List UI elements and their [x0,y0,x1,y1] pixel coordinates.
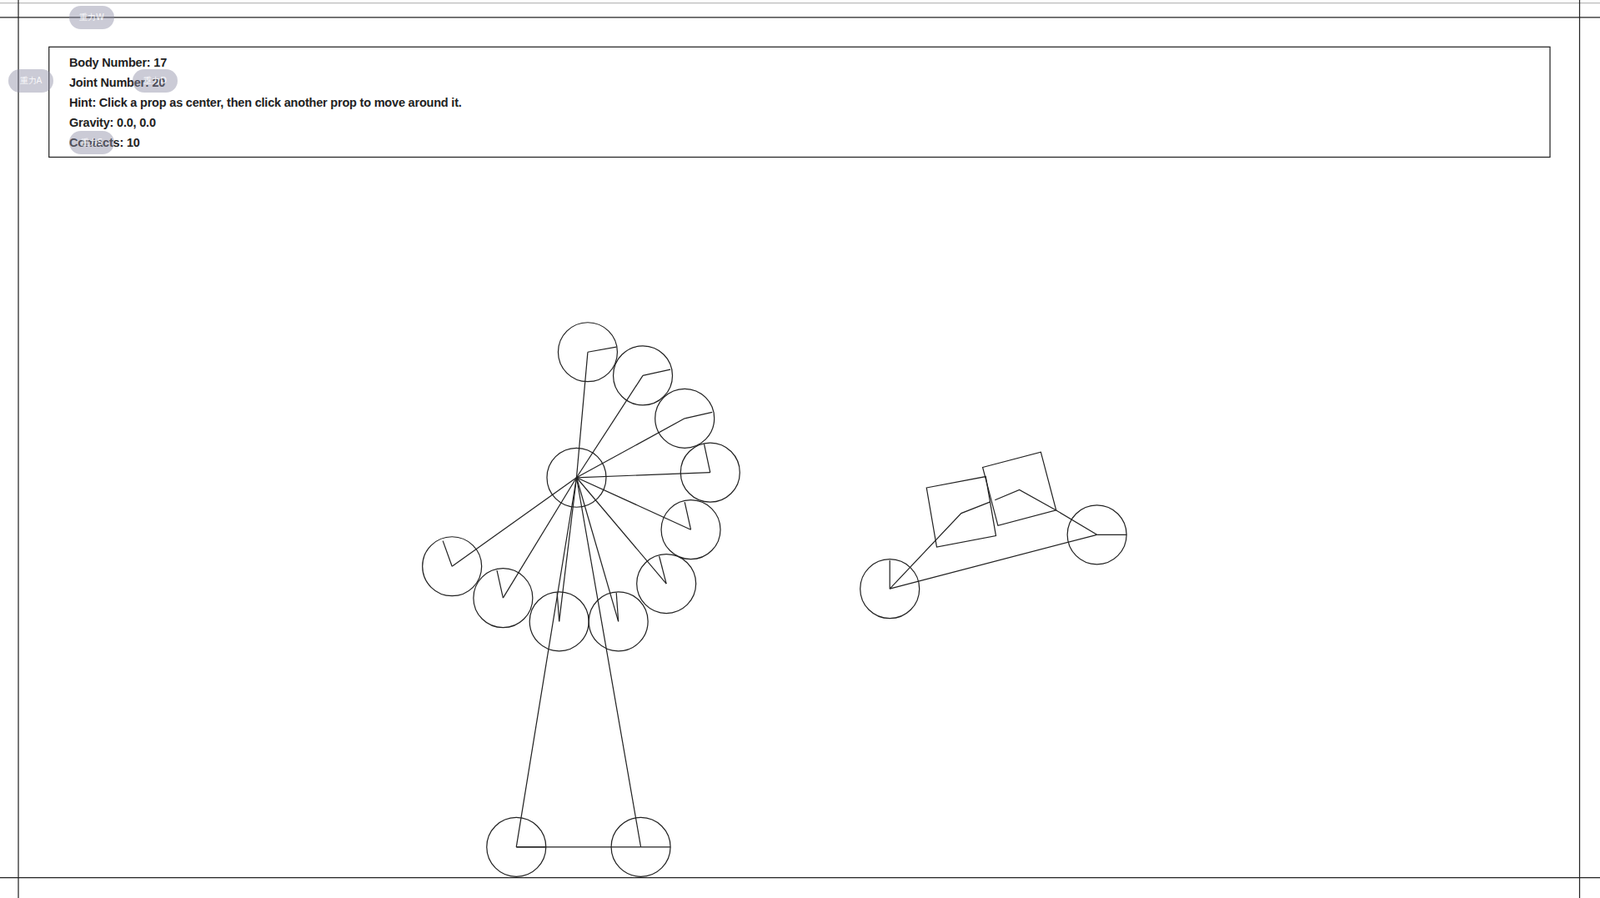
circle-body[interactable] [546,447,607,507]
spoke [576,375,643,477]
info-panel-border [49,46,1550,157]
circle-body[interactable] [680,442,740,502]
angle-marker [616,592,618,622]
sandbox-canvas[interactable]: Body Number: 17Joint Number: 20Hint: Cli… [0,0,1600,898]
leg [576,477,641,848]
circle-body[interactable] [422,536,482,597]
angle-marker [442,541,452,567]
box-body[interactable] [926,476,996,547]
circle-body[interactable] [611,817,671,877]
box-body[interactable] [983,451,1057,526]
gravity-button[interactable]: 重力D [132,69,178,93]
frame-line [0,877,1600,878]
circle-body[interactable] [860,559,920,619]
info-line: Hint: Click a prop as center, then click… [69,92,1530,113]
chassis [889,534,1097,589]
gravity-button[interactable]: 重力W [69,5,115,30]
angle-marker [641,846,671,848]
circle-body[interactable] [557,322,617,382]
leg [516,477,577,848]
angle-marker [642,369,671,376]
circle-body[interactable] [636,554,697,614]
angle-marker [889,560,891,589]
spoke [559,477,577,622]
gravity-button[interactable]: 重力S [69,130,115,155]
frame-line [17,0,19,898]
angle-marker [659,556,668,584]
circle-body[interactable] [613,346,673,406]
circle-body[interactable] [486,817,547,877]
joint-line [889,501,990,589]
info-line: Contacts: 10 [69,132,1530,153]
physics-scene[interactable] [0,0,1600,898]
angle-marker [516,846,546,848]
spoke [576,477,667,584]
circle-body[interactable] [529,591,589,652]
circle-body[interactable] [655,388,715,448]
gravity-button[interactable]: 重力A [8,69,54,93]
circle-body[interactable] [473,568,533,628]
frame-line [0,16,1600,18]
circle-body[interactable] [1067,505,1127,565]
angle-marker [703,443,710,472]
angle-marker [496,570,503,598]
frame-line [0,2,1600,4]
spoke [576,477,691,530]
angle-marker [1097,534,1127,536]
frame-line [1579,0,1580,898]
spoke [576,472,710,478]
spoke [576,351,587,478]
info-panel: Body Number: 17Joint Number: 20Hint: Cli… [49,46,1550,160]
base [516,846,641,848]
info-line: Joint Number: 20 [69,72,1530,93]
info-line: Gravity: 0.0, 0.0 [69,112,1530,133]
angle-marker [684,501,691,530]
info-line: Body Number: 17 [69,52,1530,73]
joint-line [994,489,1097,535]
spoke [451,477,577,567]
angle-marker [576,476,577,478]
angle-marker [587,346,617,352]
spoke [502,477,577,598]
spoke [576,418,685,478]
circle-body[interactable] [661,500,721,560]
angle-marker [684,411,713,418]
